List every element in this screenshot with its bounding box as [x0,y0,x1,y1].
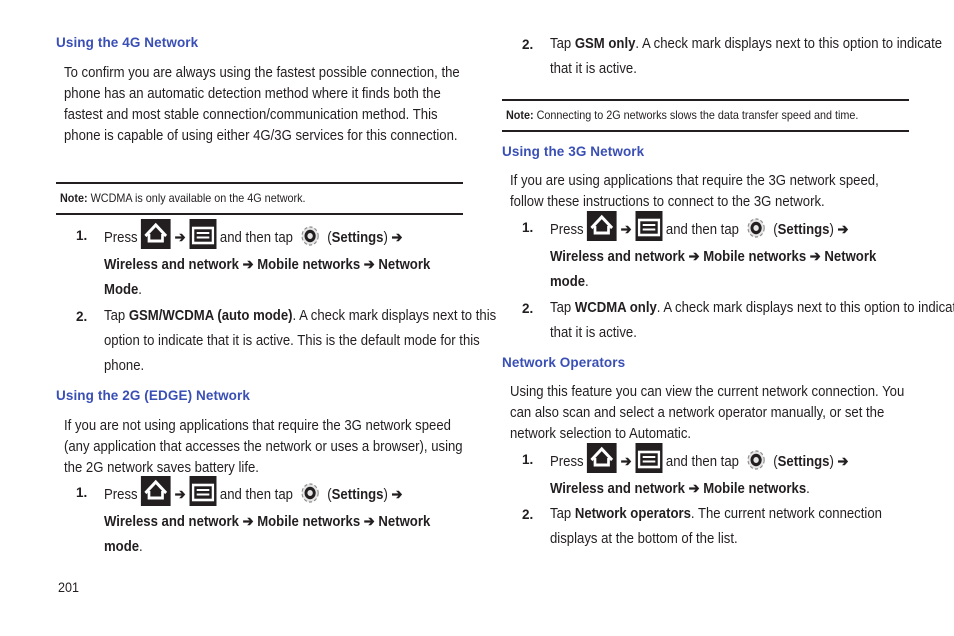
arrow-icon: ➔ [620,221,632,238]
gear-icon [297,221,324,251]
tap-label: Tap [550,506,575,522]
gear-icon [743,445,770,475]
paragraph-operators-intro: Using this feature you can view the curr… [510,384,905,442]
gear-icon [743,213,770,243]
period: . [585,274,589,290]
option-gsm-wcdma: GSM/WCDMA (auto mode) [128,308,293,324]
note-wcdma: Note: WCDMA is only available on the 4G … [56,182,463,215]
step-text: Tap WCDMA only. A check mark displays ne… [550,296,954,346]
menu-path: Wireless and network ➔ Mobile networks [550,481,807,497]
step-text: Press ➔ and then tap (Settings) ➔ Wirele… [104,219,464,303]
menu-icon [635,211,663,241]
press-label: Press [104,229,138,246]
paren-open: ( [323,229,332,246]
menu-icon [635,443,663,473]
heading-network-operators: Network Operators [502,355,626,370]
note-label: Note: [60,191,88,205]
step-number: 1. [76,485,88,500]
arrow-icon: ➔ [837,221,849,238]
tap-label: Tap [550,300,575,316]
paragraph-2g-intro: If you are not using applications that r… [64,418,463,476]
step-text: Press ➔ and then tap (Settings) ➔ Wirele… [550,211,910,295]
menu-path: Wireless and network ➔ Mobile networks ➔… [104,257,431,298]
option-network-operators: Network operators [574,506,691,522]
step-text: Press ➔ and then tap (Settings) ➔ Wirele… [104,476,464,560]
step-text: Press ➔ and then tap (Settings) ➔ Wirele… [550,443,910,502]
arrow-icon: ➔ [391,229,403,246]
arrow-icon: ➔ [391,486,403,503]
press-label: Press [104,486,138,503]
menu-path: Wireless and network ➔ Mobile networks ➔… [104,514,431,555]
and-then-tap-label: and then tap [662,453,743,470]
note-text: WCDMA is only available on the 4G networ… [87,191,306,205]
tap-label: Tap [104,308,129,324]
press-label: Press [550,453,584,470]
arrow-icon: ➔ [174,486,186,503]
step-number: 1. [76,228,88,243]
step-number: 2. [522,37,534,52]
arrow-icon: ➔ [174,229,186,246]
step-number: 2. [522,301,534,316]
menu-path: Wireless and network ➔ Mobile networks ➔… [550,249,877,290]
paragraph-3g-intro: If you are using applications that requi… [510,173,879,210]
step-text: Tap Network operators. The current netwo… [550,502,928,552]
period: . [806,481,810,497]
note-text: Connecting to 2G networks slows the data… [533,108,859,122]
press-label: Press [550,221,584,238]
step-number: 2. [76,309,88,324]
note-2g-speed: Note: Connecting to 2G networks slows th… [502,99,909,132]
step-text: Tap GSM only. A check mark displays next… [550,32,954,82]
paren-open: ( [769,453,778,470]
home-icon [587,211,617,241]
option-gsm-only: GSM only [574,36,636,52]
paren-open: ( [769,221,778,238]
settings-label: Settings [331,486,384,503]
period: . [138,282,142,298]
and-then-tap-label: and then tap [216,229,297,246]
paragraph-4g-intro: To confirm you are always using the fast… [64,65,460,144]
menu-icon [189,219,217,249]
home-icon [141,476,171,506]
option-wcdma-only: WCDMA only [574,300,657,316]
arrow-icon: ➔ [620,453,632,470]
arrow-icon: ➔ [837,453,849,470]
note-label: Note: [506,108,534,122]
page-number: 201 [58,579,80,595]
and-then-tap-label: and then tap [662,221,743,238]
home-icon [587,443,617,473]
step-number: 1. [522,220,534,235]
heading-4g-network: Using the 4G Network [56,35,199,50]
settings-label: Settings [777,221,830,238]
and-then-tap-label: and then tap [216,486,297,503]
period: . [139,539,143,555]
settings-label: Settings [331,229,384,246]
step-number: 1. [522,452,534,467]
heading-2g-network: Using the 2G (EDGE) Network [56,388,250,403]
step-number: 2. [522,507,534,522]
step-text: Tap GSM/WCDMA (auto mode). A check mark … [104,304,520,379]
menu-icon [189,476,217,506]
home-icon [141,219,171,249]
gear-icon [297,478,324,508]
settings-label: Settings [777,453,830,470]
tap-label: Tap [550,36,575,52]
heading-3g-network: Using the 3G Network [502,144,645,159]
paren-open: ( [323,486,332,503]
